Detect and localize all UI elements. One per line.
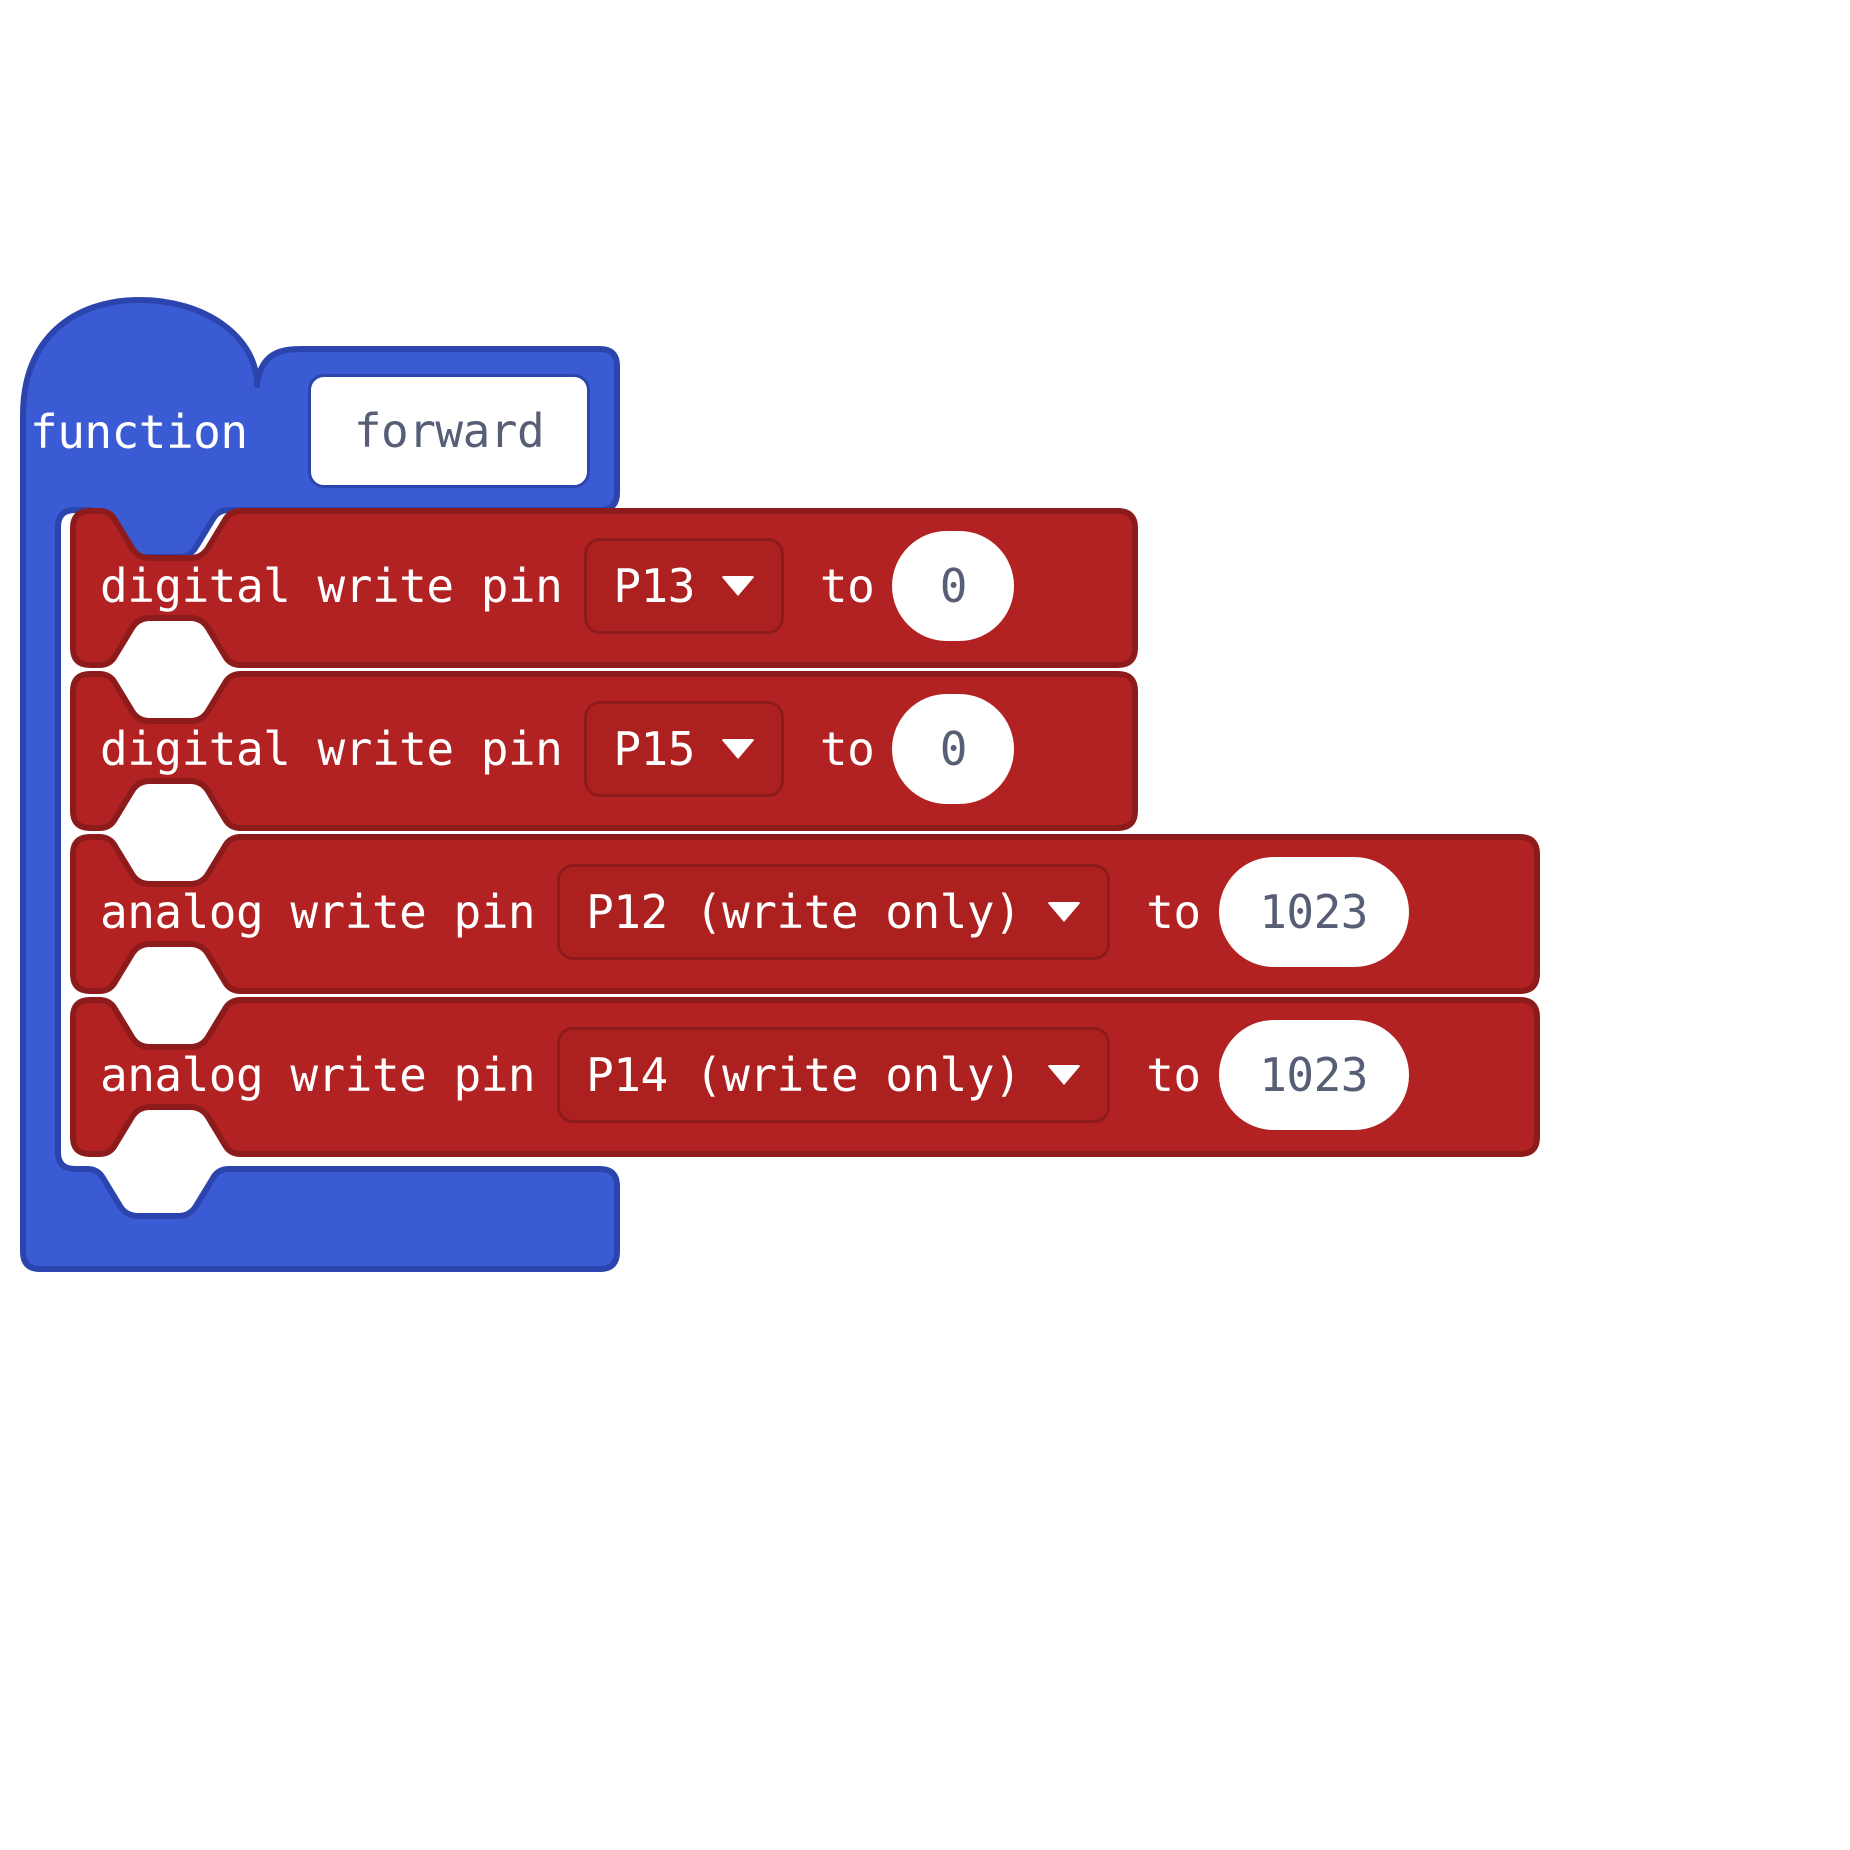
statement-content: digital write pin P15 to 0 xyxy=(70,671,1015,827)
statement-label: analog write pin xyxy=(100,1048,536,1102)
statement-connector: to xyxy=(1146,1048,1201,1102)
value-input-digital-p13[interactable]: 0 xyxy=(892,531,1015,641)
statement-label: digital write pin xyxy=(100,559,563,613)
function-name-value: forward xyxy=(353,404,545,458)
value-input-text: 1023 xyxy=(1259,1048,1368,1102)
pin-dropdown-p14[interactable]: P14 (write only) xyxy=(557,1027,1111,1123)
statement-content: analog write pin P12 (write only) to 102… xyxy=(70,834,1409,990)
statement-block-analog-write-p14[interactable]: analog write pin P14 (write only) to 102… xyxy=(70,997,1540,1157)
pin-dropdown-value: P13 xyxy=(613,559,695,613)
statement-connector: to xyxy=(1146,885,1201,939)
pin-dropdown-value: P14 (write only) xyxy=(586,1048,1022,1102)
statement-connector: to xyxy=(819,722,875,776)
pin-dropdown-value: P15 xyxy=(613,722,695,776)
value-input-digital-p15[interactable]: 0 xyxy=(892,694,1015,804)
chevron-down-icon xyxy=(720,739,755,759)
function-keyword-label: function xyxy=(30,405,248,459)
value-input-analog-p12[interactable]: 1023 xyxy=(1218,857,1409,967)
statement-content: analog write pin P14 (write only) to 102… xyxy=(70,997,1409,1153)
value-input-analog-p14[interactable]: 1023 xyxy=(1218,1020,1409,1130)
blocks-workspace: function forward digital write pin P13 t… xyxy=(0,0,1850,1850)
statement-block-digital-write-p13[interactable]: digital write pin P13 to 0 xyxy=(70,508,1138,668)
chevron-down-icon xyxy=(1047,902,1082,922)
statement-label: analog write pin xyxy=(100,885,536,939)
value-input-text: 1023 xyxy=(1259,885,1368,939)
statement-label: digital write pin xyxy=(100,722,563,776)
pin-dropdown-p15[interactable]: P15 xyxy=(584,701,784,797)
value-input-text: 0 xyxy=(939,559,968,613)
chevron-down-icon xyxy=(720,576,755,596)
statement-connector: to xyxy=(819,559,875,613)
pin-dropdown-p12[interactable]: P12 (write only) xyxy=(557,864,1111,960)
pin-dropdown-p13[interactable]: P13 xyxy=(584,538,784,634)
statement-block-digital-write-p15[interactable]: digital write pin P15 to 0 xyxy=(70,671,1138,831)
statement-block-analog-write-p12[interactable]: analog write pin P12 (write only) to 102… xyxy=(70,834,1540,994)
statement-content: digital write pin P13 to 0 xyxy=(70,508,1015,664)
chevron-down-icon xyxy=(1047,1065,1082,1085)
pin-dropdown-value: P12 (write only) xyxy=(586,885,1022,939)
function-name-input[interactable]: forward xyxy=(308,374,590,488)
value-input-text: 0 xyxy=(939,722,968,776)
